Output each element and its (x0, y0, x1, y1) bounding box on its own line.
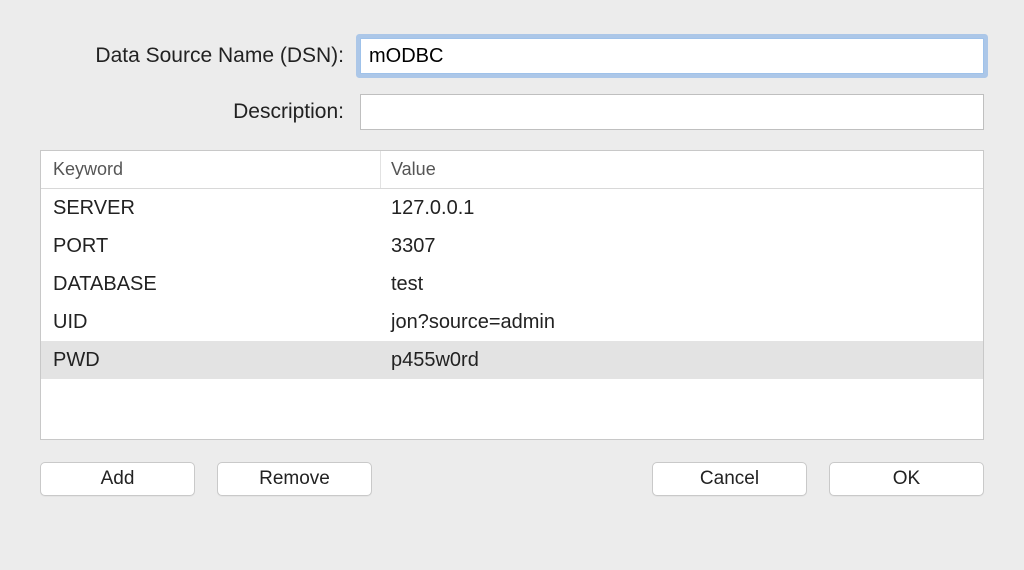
cell-keyword: DATABASE (41, 269, 381, 300)
cell-keyword: UID (41, 307, 381, 338)
cell-keyword: SERVER (41, 193, 381, 224)
col-header-value[interactable]: Value (381, 151, 983, 188)
cell-value: jon?source=admin (381, 307, 983, 338)
cell-value: 127.0.0.1 (381, 193, 983, 224)
keyword-value-table[interactable]: Keyword Value SERVER127.0.0.1PORT3307DAT… (40, 150, 984, 440)
table-row[interactable]: DATABASEtest (41, 265, 983, 303)
table-row[interactable]: SERVER127.0.0.1 (41, 189, 983, 227)
dsn-label: Data Source Name (DSN): (40, 44, 360, 68)
table-row[interactable]: PWDp455w0rd (41, 341, 983, 379)
cell-value: p455w0rd (381, 345, 983, 376)
cancel-button[interactable]: Cancel (652, 462, 807, 496)
dsn-input[interactable] (360, 38, 984, 74)
add-button[interactable]: Add (40, 462, 195, 496)
ok-button[interactable]: OK (829, 462, 984, 496)
table-row[interactable]: UIDjon?source=admin (41, 303, 983, 341)
table-body: SERVER127.0.0.1PORT3307DATABASEtestUIDjo… (41, 189, 983, 379)
button-bar: Add Remove Cancel OK (40, 462, 984, 496)
col-header-keyword[interactable]: Keyword (41, 151, 381, 188)
remove-button[interactable]: Remove (217, 462, 372, 496)
description-label: Description: (40, 100, 360, 124)
table-row[interactable]: PORT3307 (41, 227, 983, 265)
cell-keyword: PORT (41, 231, 381, 262)
description-input[interactable] (360, 94, 984, 130)
spacer (394, 462, 630, 496)
dsn-row: Data Source Name (DSN): (40, 38, 984, 74)
cell-keyword: PWD (41, 345, 381, 376)
description-row: Description: (40, 94, 984, 130)
dsn-config-dialog: Data Source Name (DSN): Description: Key… (0, 0, 1024, 518)
cell-value: 3307 (381, 231, 983, 262)
cell-value: test (381, 269, 983, 300)
table-header: Keyword Value (41, 151, 983, 189)
